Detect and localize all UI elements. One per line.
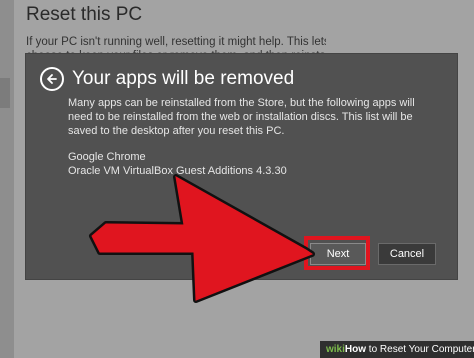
wikihow-watermark: wikiHow to Reset Your Computer bbox=[320, 341, 474, 358]
watermark-text: wikiHow to Reset Your Computer bbox=[326, 344, 474, 355]
red-pointer-arrow-icon bbox=[89, 174, 315, 303]
